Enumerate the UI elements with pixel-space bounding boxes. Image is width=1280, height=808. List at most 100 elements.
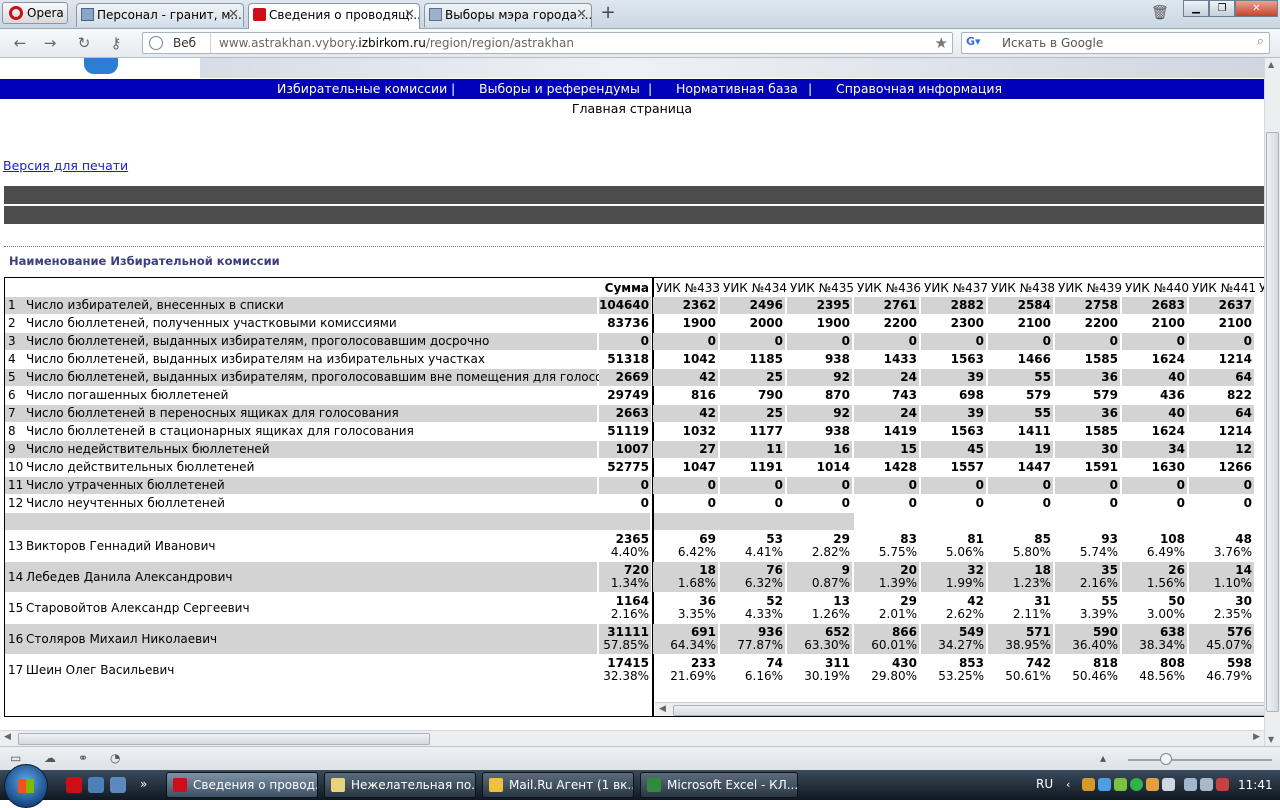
candidate-value: 638 38.34% bbox=[1122, 624, 1187, 654]
row-value: 0 bbox=[1176, 496, 1185, 510]
row-label-text: Число бюллетеней, выданных избирателям н… bbox=[26, 352, 486, 366]
trash-icon[interactable]: 🗑 bbox=[1151, 5, 1169, 23]
task-spam-folder[interactable]: Нежелательная по... bbox=[324, 772, 476, 798]
row-value: 2200 bbox=[883, 316, 917, 330]
scroll-up-icon[interactable]: ▲ bbox=[1268, 60, 1274, 69]
url-text[interactable]: www.astrakhan.vybory.izbirkom.ru/region/… bbox=[219, 36, 574, 50]
row-value: 822 bbox=[1226, 388, 1252, 402]
sum-header: Сумма bbox=[604, 281, 649, 295]
home-link[interactable]: Главная страница bbox=[0, 101, 1264, 116]
bookmark-star-icon[interactable]: ★ bbox=[935, 34, 948, 52]
vote-percent: 6.49% bbox=[1146, 545, 1185, 559]
row-number: 12 bbox=[8, 496, 24, 510]
tray-app-icon[interactable] bbox=[1146, 778, 1159, 791]
row-label: 2 Число бюллетеней, полученных участковым… bbox=[5, 315, 597, 332]
start-button[interactable] bbox=[4, 764, 48, 808]
tray-app-icon[interactable] bbox=[1082, 778, 1095, 791]
tray-expand-icon[interactable]: ‹ bbox=[1066, 778, 1079, 791]
tab-vybory-mera[interactable]: Выборы мэра города ... ✕ bbox=[424, 3, 592, 27]
row-value: 436 bbox=[1159, 388, 1185, 402]
row-value: 0 bbox=[841, 496, 850, 510]
search-icon[interactable]: ⌕ bbox=[1257, 34, 1264, 49]
vote-percent: 63.30% bbox=[804, 638, 850, 652]
vote-percent: 2.01% bbox=[878, 607, 917, 621]
nav-link-reference[interactable]: Справочная информация bbox=[836, 79, 1002, 99]
maximize-button[interactable]: ❐ bbox=[1209, 0, 1235, 17]
tray-app-icon[interactable] bbox=[1114, 778, 1127, 791]
row-number: 4 bbox=[8, 352, 16, 366]
candidate-value: 18 1.68% bbox=[653, 562, 718, 592]
reload-icon[interactable]: ↻ bbox=[74, 34, 94, 52]
row-value: 2882 bbox=[921, 297, 986, 314]
nav-link-elections[interactable]: Выборы и референдумы bbox=[479, 79, 640, 99]
more-quicklaunch-icon[interactable]: » bbox=[140, 777, 156, 793]
table-header-row: Сумма УИК №433 УИК №434 УИК №435 УИК №436 УИК… bbox=[5, 279, 1264, 297]
horizontal-scroll-thumb[interactable] bbox=[18, 733, 430, 745]
language-indicator[interactable]: RU bbox=[1036, 777, 1053, 791]
page-horizontal-scrollbar[interactable]: ◀ ▶ bbox=[0, 730, 1264, 746]
row-value: 0 bbox=[854, 477, 919, 494]
key-icon[interactable]: ⚷ bbox=[106, 34, 126, 52]
row-value: 1900 bbox=[816, 316, 850, 330]
google-icon[interactable]: G▾ bbox=[966, 35, 982, 51]
scroll-left-icon[interactable]: ◀ bbox=[659, 704, 666, 714]
close-tab-icon[interactable]: ✕ bbox=[228, 4, 239, 26]
tab-svedeniya[interactable]: Сведения о проводящ... ✕ bbox=[248, 3, 420, 29]
table-row: 3 Число бюллетеней, выданных избирателям,… bbox=[5, 333, 1264, 350]
close-tab-icon[interactable]: ✕ bbox=[576, 4, 587, 26]
vote-percent: 53.25% bbox=[938, 669, 984, 683]
table-scroll-thumb[interactable] bbox=[673, 705, 1264, 716]
task-mailru-agent[interactable]: Mail.Ru Агент (1 вк... bbox=[482, 772, 634, 798]
vote-percent: 1.68% bbox=[677, 576, 716, 590]
search-box[interactable]: G▾ Искать в Google ⌕ bbox=[961, 32, 1270, 54]
vertical-scroll-thumb[interactable] bbox=[1266, 132, 1279, 712]
opera-quicklaunch-icon[interactable] bbox=[66, 777, 82, 793]
cloud-icon[interactable]: ☁ bbox=[44, 751, 60, 765]
new-tab-button[interactable]: + bbox=[598, 4, 618, 24]
desktop-quicklaunch-icon[interactable] bbox=[110, 777, 126, 793]
close-tab-icon[interactable]: ✕ bbox=[404, 4, 415, 26]
tray-app-icon[interactable] bbox=[1098, 778, 1111, 791]
row-label: 12 Число неучтенных бюллетеней bbox=[5, 495, 597, 512]
zoom-slider[interactable] bbox=[1128, 759, 1272, 761]
zoom-slider-knob[interactable] bbox=[1160, 753, 1172, 765]
explorer-quicklaunch-icon[interactable] bbox=[88, 777, 104, 793]
volume-icon[interactable] bbox=[1200, 778, 1213, 791]
tray-app-icon[interactable] bbox=[1162, 778, 1175, 791]
dotted-divider bbox=[4, 246, 1264, 247]
back-arrow-icon[interactable]: ← bbox=[10, 34, 30, 52]
panel-toggle-icon[interactable]: ▭ bbox=[10, 751, 26, 765]
candidate-value: 50 3.00% bbox=[1122, 593, 1187, 623]
scroll-right-icon[interactable]: ▶ bbox=[1253, 732, 1260, 742]
opera-menu-button[interactable]: Opera bbox=[2, 2, 68, 24]
task-excel[interactable]: Microsoft Excel - КЛ... bbox=[640, 772, 798, 798]
task-opera[interactable]: Сведения о провод... bbox=[166, 772, 318, 798]
row-label-text: Число бюллетеней, полученных участковыми… bbox=[26, 316, 397, 330]
row-value: 0 bbox=[653, 477, 718, 494]
tray-app-icon[interactable] bbox=[1130, 778, 1143, 791]
zoom-out-icon[interactable]: ▴ bbox=[1100, 751, 1116, 765]
forward-arrow-icon[interactable]: → bbox=[40, 34, 60, 52]
share-icon[interactable]: ⚭ bbox=[78, 751, 94, 765]
nav-link-legal[interactable]: Нормативная база bbox=[676, 79, 798, 99]
table-horizontal-scrollbar[interactable]: ◀ bbox=[655, 702, 1264, 716]
minimize-button[interactable]: ▁ bbox=[1183, 0, 1209, 17]
scroll-left-icon[interactable]: ◀ bbox=[4, 732, 11, 742]
row-number: 9 bbox=[8, 442, 16, 456]
nav-link-commissions[interactable]: Избирательные комиссии bbox=[277, 79, 447, 99]
page-vertical-scrollbar[interactable]: ▲ ▼ bbox=[1264, 58, 1280, 746]
table-row: 1 Число избирателей, внесенных в списки 10… bbox=[5, 297, 1264, 314]
row-value: 0 bbox=[1042, 496, 1051, 510]
address-bar[interactable]: Веб www.astrakhan.vybory.izbirkom.ru/reg… bbox=[142, 32, 953, 54]
close-window-button[interactable]: ✕ bbox=[1235, 0, 1278, 17]
row-value: 1557 bbox=[950, 460, 984, 474]
network-icon[interactable] bbox=[1184, 778, 1197, 791]
row-value: 1014 bbox=[816, 460, 850, 474]
speed-dial-icon[interactable]: ◔ bbox=[110, 751, 126, 765]
tray-alert-icon[interactable] bbox=[1216, 778, 1229, 791]
vote-percent: 36.40% bbox=[1072, 638, 1118, 652]
tab-personal[interactable]: Персонал - гранит, м... ✕ bbox=[76, 3, 244, 27]
scroll-down-icon[interactable]: ▼ bbox=[1268, 735, 1274, 744]
row-value: 0 bbox=[787, 477, 852, 494]
print-version-link[interactable]: Версия для печати bbox=[3, 158, 128, 173]
